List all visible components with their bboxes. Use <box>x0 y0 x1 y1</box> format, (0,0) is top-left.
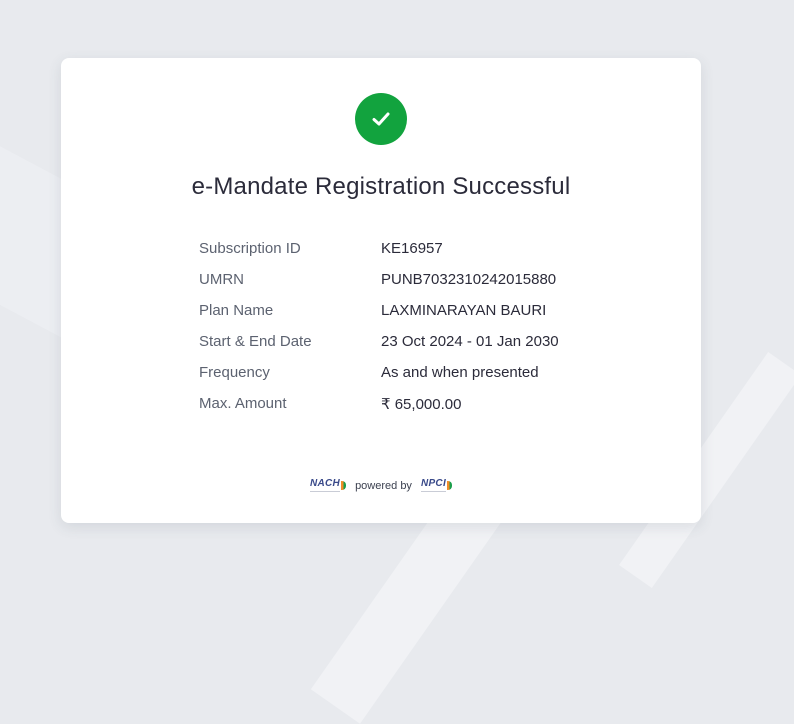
powered-by-text: powered by <box>355 479 412 492</box>
detail-label: Plan Name <box>199 302 274 319</box>
detail-value: As and when presented <box>381 364 539 381</box>
nach-logo-text: NACH <box>309 479 341 492</box>
check-icon <box>372 112 390 126</box>
npci-logo: NPCI <box>420 479 453 492</box>
detail-label: Max. Amount <box>199 395 287 412</box>
detail-row-umrn: UMRN PUNB7032310242015880 <box>199 264 559 295</box>
detail-value: ₹ 65,000.00 <box>381 395 462 413</box>
powered-by-footer: NACH powered by NPCI <box>61 479 701 492</box>
detail-row-frequency: Frequency As and when presented <box>199 357 559 388</box>
nach-logo: NACH <box>309 479 347 492</box>
detail-value: KE16957 <box>381 240 443 257</box>
detail-row-subscription-id: Subscription ID KE16957 <box>199 233 559 264</box>
detail-value: PUNB7032310242015880 <box>381 271 557 288</box>
detail-row-plan-name: Plan Name LAXMINARAYAN BAURI <box>199 295 559 326</box>
detail-value: 23 Oct 2024 - 01 Jan 2030 <box>381 333 559 350</box>
mandate-details: Subscription ID KE16957 UMRN PUNB7032310… <box>199 233 559 419</box>
detail-label: Subscription ID <box>199 240 301 257</box>
detail-label: Start & End Date <box>199 333 312 350</box>
detail-label: Frequency <box>199 364 270 381</box>
detail-label: UMRN <box>199 271 244 288</box>
nach-logo-mark <box>341 481 347 490</box>
success-check-icon <box>355 93 407 145</box>
confirmation-card: e-Mandate Registration Successful Subscr… <box>61 58 701 523</box>
detail-value: LAXMINARAYAN BAURI <box>381 302 547 319</box>
npci-logo-text: NPCI <box>420 479 447 492</box>
detail-row-max-amount: Max. Amount ₹ 65,000.00 <box>199 388 559 419</box>
npci-logo-mark <box>447 481 453 490</box>
detail-row-date-range: Start & End Date 23 Oct 2024 - 01 Jan 20… <box>199 326 559 357</box>
page-title: e-Mandate Registration Successful <box>191 173 571 200</box>
